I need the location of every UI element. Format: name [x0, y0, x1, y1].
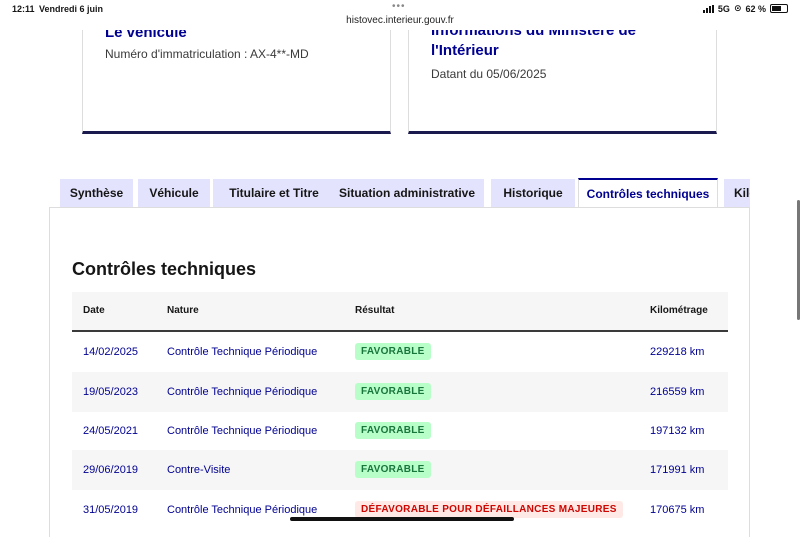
tab-titulaire[interactable]: Titulaire et Titre [213, 179, 335, 207]
row-nature: Contrôle Technique Périodique [167, 346, 318, 358]
row-km: 229218 km [650, 346, 705, 358]
network-label: 5G [717, 3, 730, 14]
ios-status-bar: 12:11 Vendredi 6 juin ••• histovec.inter… [0, 0, 800, 30]
row-nature: Contre-Visite [167, 464, 231, 476]
location-icon: ⊙ [733, 3, 742, 13]
tab-controles-techniques[interactable]: Contrôles techniques [578, 178, 718, 208]
row-nature: Contrôle Technique Périodique [167, 386, 318, 398]
tab-vehicule[interactable]: Véhicule [138, 179, 210, 207]
row-km: 171991 km [650, 464, 705, 476]
table-row: 19/05/2023 Contrôle Technique Périodique… [72, 372, 728, 412]
ministry-card[interactable]: Informations du Ministère de l'Intérieur… [408, 22, 717, 134]
more-dots-icon[interactable]: ••• [392, 1, 406, 12]
header-km: Kilométrage [650, 305, 708, 316]
vehicle-card[interactable]: Le véhicule Numéro d'immatriculation : A… [82, 22, 391, 134]
row-km: 170675 km [650, 504, 705, 516]
home-indicator[interactable] [290, 517, 514, 521]
table-row: 14/02/2025 Contrôle Technique Périodique… [72, 332, 728, 372]
battery-percent: 62 % [745, 3, 766, 14]
tab-synthese[interactable]: Synthèse [60, 179, 133, 207]
table-header: Date Nature Résultat Kilométrage [72, 292, 728, 332]
section-title: Contrôles techniques [72, 259, 257, 279]
vehicle-card-plate: Numéro d'immatriculation : AX-4**-MD [105, 47, 309, 61]
row-nature: Contrôle Technique Périodique [167, 504, 318, 516]
result-badge: FAVORABLE [355, 461, 431, 478]
table-row: 24/05/2021 Contrôle Technique Périodique… [72, 411, 728, 451]
tab-kilometrage[interactable]: Kilométrage [724, 179, 750, 207]
table-row: 31/05/2019 Contrôle Technique Périodique… [72, 490, 728, 530]
address-bar-url[interactable]: histovec.interieur.gouv.fr [0, 15, 800, 26]
row-date: 19/05/2023 [83, 386, 139, 398]
status-time: 12:11 [12, 4, 35, 14]
ministry-card-date: Datant du 05/06/2025 [431, 67, 547, 81]
result-badge: DÉFAVORABLE POUR DÉFAILLANCES MAJEURES [355, 501, 623, 518]
signal-icon [702, 4, 714, 13]
battery-icon [770, 4, 788, 13]
status-date: Vendredi 6 juin [39, 4, 104, 14]
row-km: 197132 km [650, 425, 705, 437]
result-badge: FAVORABLE [355, 383, 431, 400]
header-nature: Nature [167, 305, 199, 316]
row-date: 29/06/2019 [83, 464, 139, 476]
ministry-card-title-line2: l'Intérieur [431, 42, 499, 59]
row-date: 24/05/2021 [83, 425, 139, 437]
result-badge: FAVORABLE [355, 343, 431, 360]
row-date: 31/05/2019 [83, 504, 139, 516]
row-nature: Contrôle Technique Périodique [167, 425, 318, 437]
result-badge: FAVORABLE [355, 422, 431, 439]
tab-bar: Synthèse Véhicule Titulaire et Titre Sit… [60, 178, 750, 208]
table-row: 29/06/2019 Contre-Visite FAVORABLE 17199… [72, 450, 728, 490]
tab-situation-administrative[interactable]: Situation administrative [330, 179, 484, 207]
row-date: 14/02/2025 [83, 346, 139, 358]
row-km: 216559 km [650, 386, 705, 398]
tab-historique[interactable]: Historique [491, 179, 575, 207]
status-indicators: 5G ⊙ 62 % [702, 3, 788, 14]
header-date: Date [83, 305, 105, 316]
header-result: Résultat [355, 305, 395, 316]
